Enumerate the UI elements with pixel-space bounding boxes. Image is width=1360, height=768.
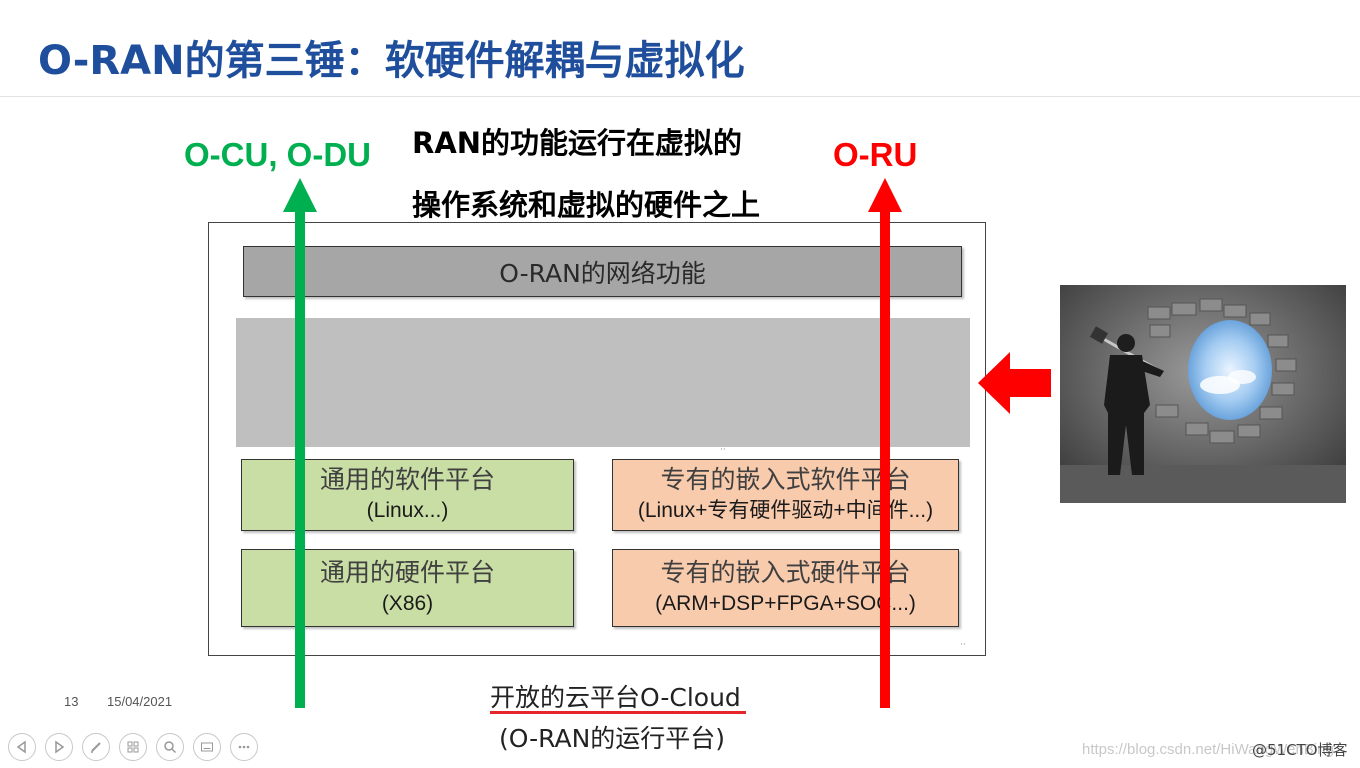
caption-line-1: RAN的功能运行在虚拟的 [412,126,743,160]
subtitles-icon[interactable] [193,733,221,761]
o-cloud-underline [490,711,746,714]
pen-icon[interactable] [82,733,110,761]
more-icon[interactable] [230,733,258,761]
o-ru-label: O-RU [833,136,918,173]
red-up-arrow [868,178,902,708]
o-cu-o-du-label: O-CU, O-DU [184,136,371,173]
slides-icon[interactable] [119,733,147,761]
slide-date: 15/04/2021 [107,694,173,709]
zoom-icon[interactable] [156,733,184,761]
brand-watermark: @51CTO博客 [1252,741,1348,759]
red-left-arrow [978,352,1051,414]
slide-number: 13 [64,694,79,709]
o-cloud-sublabel: (O-RAN的运行平台) [499,724,726,753]
previous-icon[interactable] [8,733,36,761]
green-up-arrow [283,178,317,708]
o-cloud-label: 开放的云平台O-Cloud [490,683,741,712]
next-icon[interactable] [45,733,73,761]
wall-breaking-photo [1060,285,1346,503]
presenter-toolbar [8,733,258,761]
caption-line-2: 操作系统和虚拟的硬件之上 [412,188,761,222]
